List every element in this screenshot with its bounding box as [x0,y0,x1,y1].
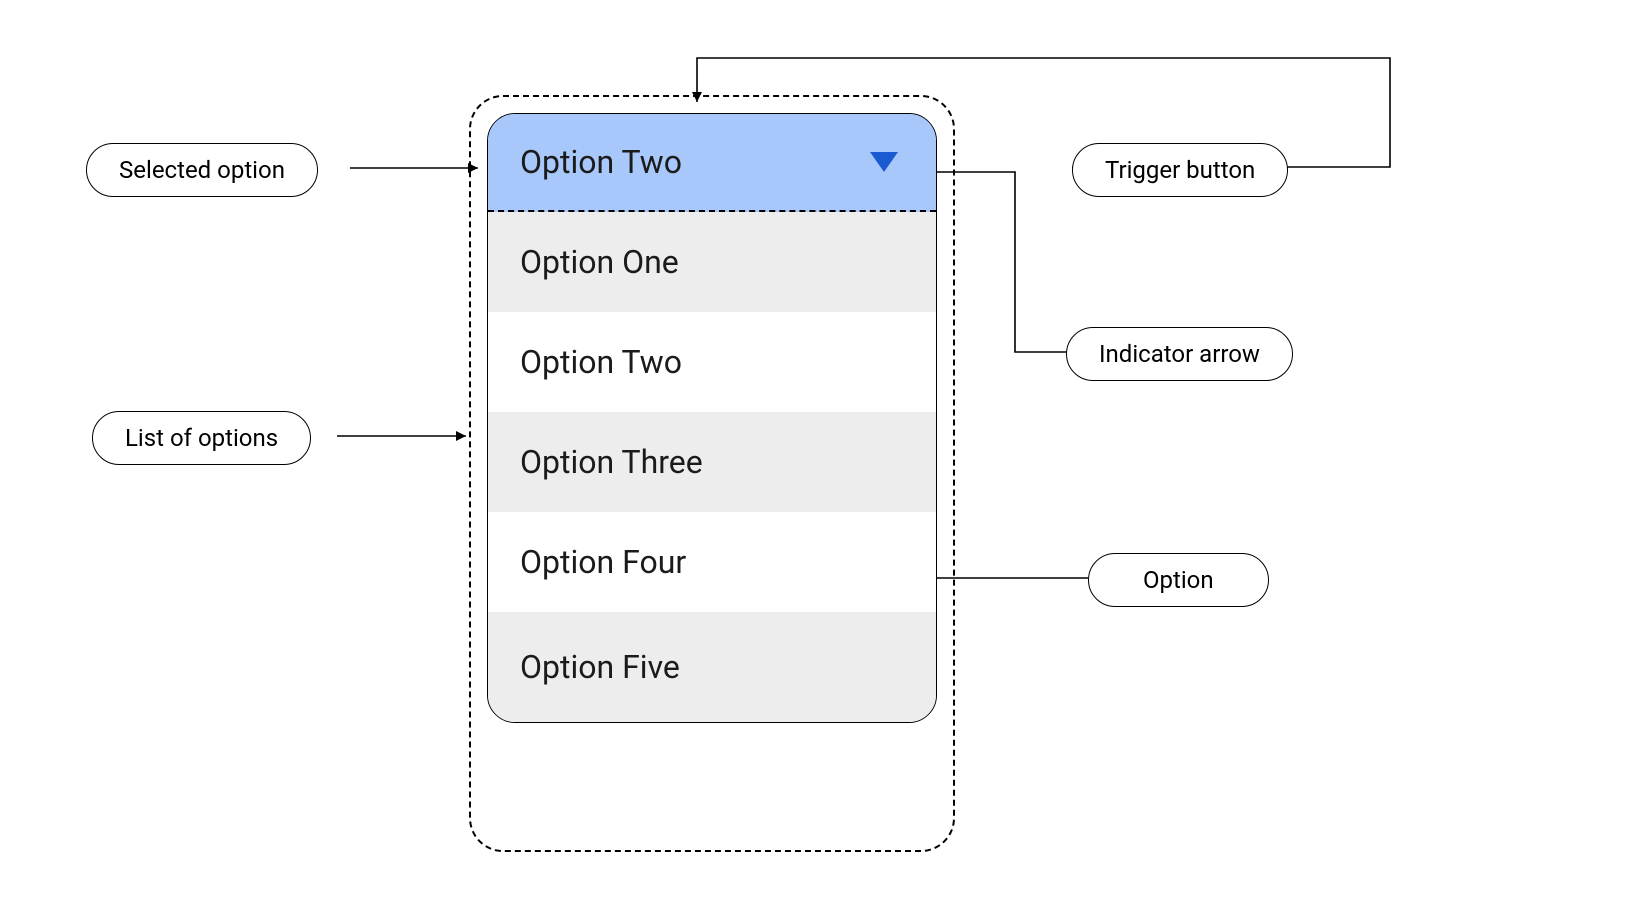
option-item[interactable]: Option Three [488,412,936,512]
annotation-trigger-button: Trigger button [1072,143,1288,197]
annotation-indicator-arrow: Indicator arrow [1066,327,1293,381]
chevron-down-icon [870,152,898,172]
diagram-canvas: Option Two Option One Option Two Option … [0,0,1650,924]
option-item[interactable]: Option Four [488,512,936,612]
dropdown-component: Option Two Option One Option Two Option … [487,113,937,723]
options-list: Option One Option Two Option Three Optio… [488,212,936,722]
option-item[interactable]: Option Two [488,312,936,412]
option-item[interactable]: Option One [488,212,936,312]
option-item[interactable]: Option Five [488,612,936,722]
selected-option-label: Option Two [520,143,682,181]
annotation-selected-option: Selected option [86,143,318,197]
annotation-list-of-options: List of options [92,411,311,465]
trigger-button[interactable]: Option Two [488,114,936,212]
annotation-option: Option [1088,553,1269,607]
